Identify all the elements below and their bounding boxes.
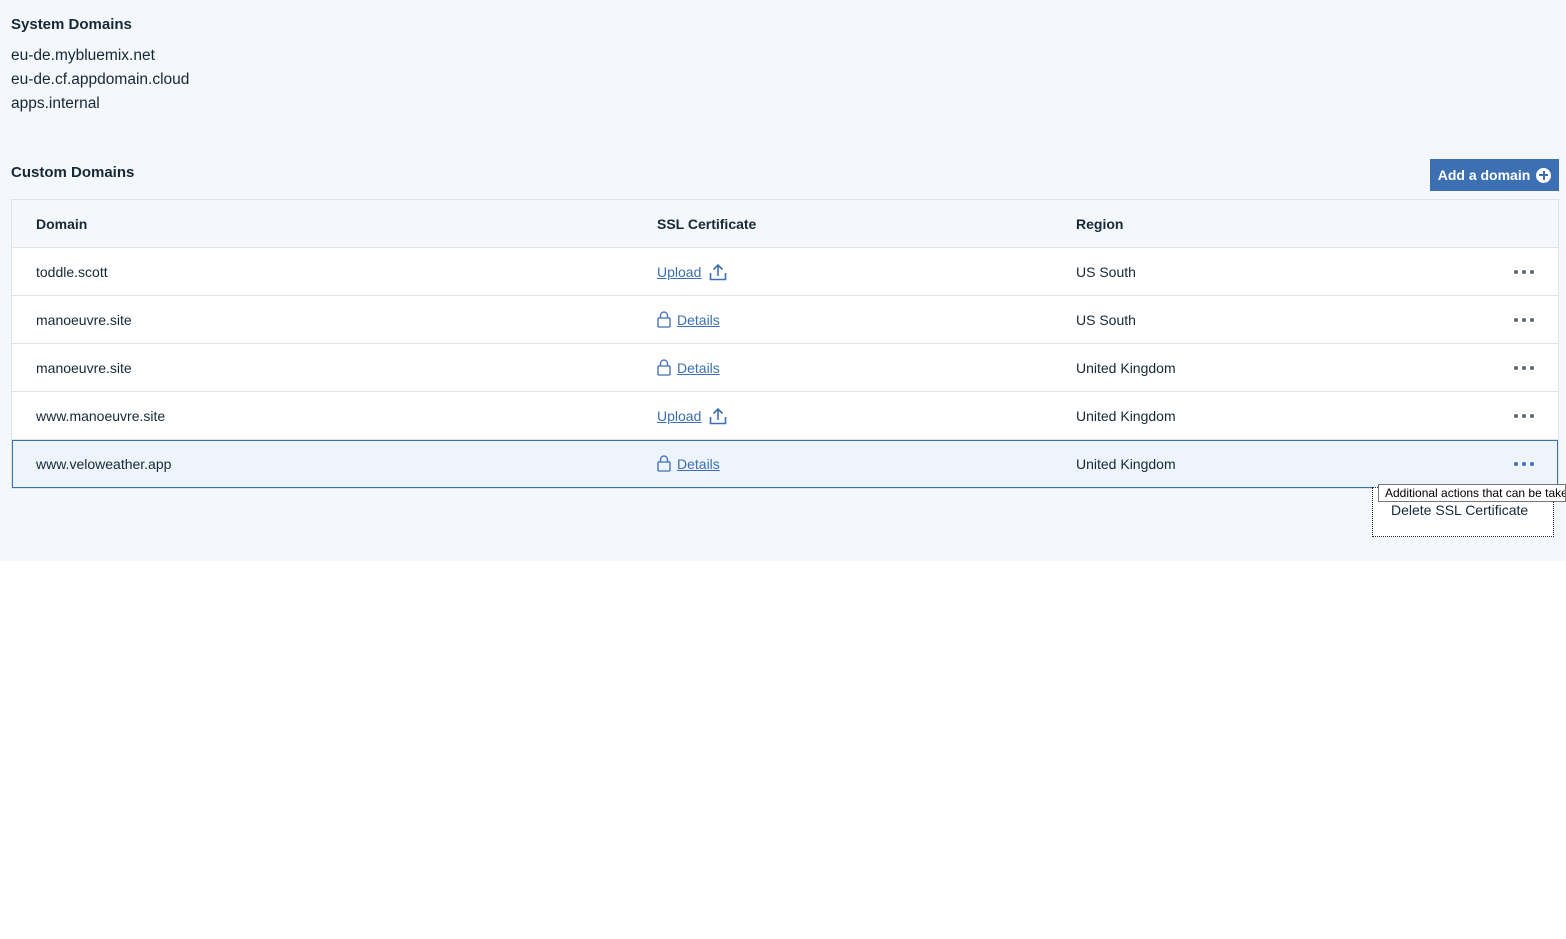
table-row: manoeuvre.site Details United Kingdom (12, 344, 1558, 392)
add-circle-icon (1536, 167, 1552, 183)
region-cell: US South (1076, 263, 1136, 280)
region-cell: United Kingdom (1076, 455, 1176, 472)
table-row-selected: www.veloweather.app Details United Kingd… (12, 440, 1558, 488)
ssl-cell: Details (657, 296, 720, 343)
column-header-ssl-certificate[interactable]: SSL Certificate (657, 200, 756, 247)
certificate-details-link[interactable]: Details (677, 360, 720, 376)
upload-certificate-link[interactable]: Upload (657, 408, 701, 424)
overflow-menu-tooltip: Additional actions that can be take (1378, 484, 1566, 502)
ssl-cell: Upload (657, 248, 727, 295)
add-domain-label: Add a domain (1437, 167, 1531, 183)
upload-certificate-link[interactable]: Upload (657, 264, 701, 280)
ssl-cell: Upload (657, 392, 727, 439)
system-domain-item: eu-de.mybluemix.net (11, 47, 155, 64)
lock-icon (657, 455, 671, 472)
region-cell: United Kingdom (1076, 359, 1176, 376)
system-domain-item: eu-de.cf.appdomain.cloud (11, 71, 190, 88)
table-header-row: Domain SSL Certificate Region (12, 200, 1558, 248)
ssl-cell: Details (657, 440, 720, 487)
system-domains-title: System Domains (11, 16, 132, 33)
lock-icon (657, 359, 671, 376)
column-header-region[interactable]: Region (1076, 200, 1123, 247)
certificate-details-link[interactable]: Details (677, 456, 720, 472)
table-row: toddle.scott Upload US South (12, 248, 1558, 296)
table-row: www.manoeuvre.site Upload United Kingdom (12, 392, 1558, 440)
overflow-menu-icon (1514, 413, 1534, 418)
add-domain-button[interactable]: Add a domain (1430, 159, 1559, 191)
overflow-menu-icon (1514, 365, 1534, 370)
overflow-menu-button[interactable] (1508, 248, 1540, 295)
overflow-menu-button[interactable] (1508, 296, 1540, 343)
table-row: manoeuvre.site Details US South (12, 296, 1558, 344)
ssl-cell: Details (657, 344, 720, 391)
domain-cell: toddle.scott (36, 263, 108, 280)
overflow-menu-icon (1514, 269, 1534, 274)
column-header-domain[interactable]: Domain (36, 200, 87, 247)
region-cell: US South (1076, 311, 1136, 328)
overflow-menu-button-active[interactable] (1508, 440, 1540, 487)
overflow-menu-icon (1514, 461, 1534, 466)
domain-cell: www.veloweather.app (36, 455, 172, 472)
overflow-menu-button[interactable] (1508, 392, 1540, 439)
custom-domains-table: Domain SSL Certificate Region toddle.sco… (11, 199, 1559, 489)
custom-domains-title: Custom Domains (11, 164, 135, 181)
system-domain-item: apps.internal (11, 95, 100, 112)
system-domains-list: eu-de.mybluemix.net eu-de.cf.appdomain.c… (11, 44, 189, 116)
overflow-menu-button[interactable] (1508, 344, 1540, 391)
domain-cell: manoeuvre.site (36, 311, 132, 328)
upload-icon[interactable] (709, 263, 727, 281)
lock-icon (657, 311, 671, 328)
delete-ssl-certificate-option[interactable]: Delete SSL Certificate (1391, 502, 1528, 518)
overflow-menu-icon (1514, 317, 1534, 322)
certificate-details-link[interactable]: Details (677, 312, 720, 328)
domains-panel: System Domains eu-de.mybluemix.net eu-de… (0, 0, 1566, 561)
upload-icon[interactable] (709, 407, 727, 425)
region-cell: United Kingdom (1076, 407, 1176, 424)
domain-cell: manoeuvre.site (36, 359, 132, 376)
domain-cell: www.manoeuvre.site (36, 407, 166, 424)
